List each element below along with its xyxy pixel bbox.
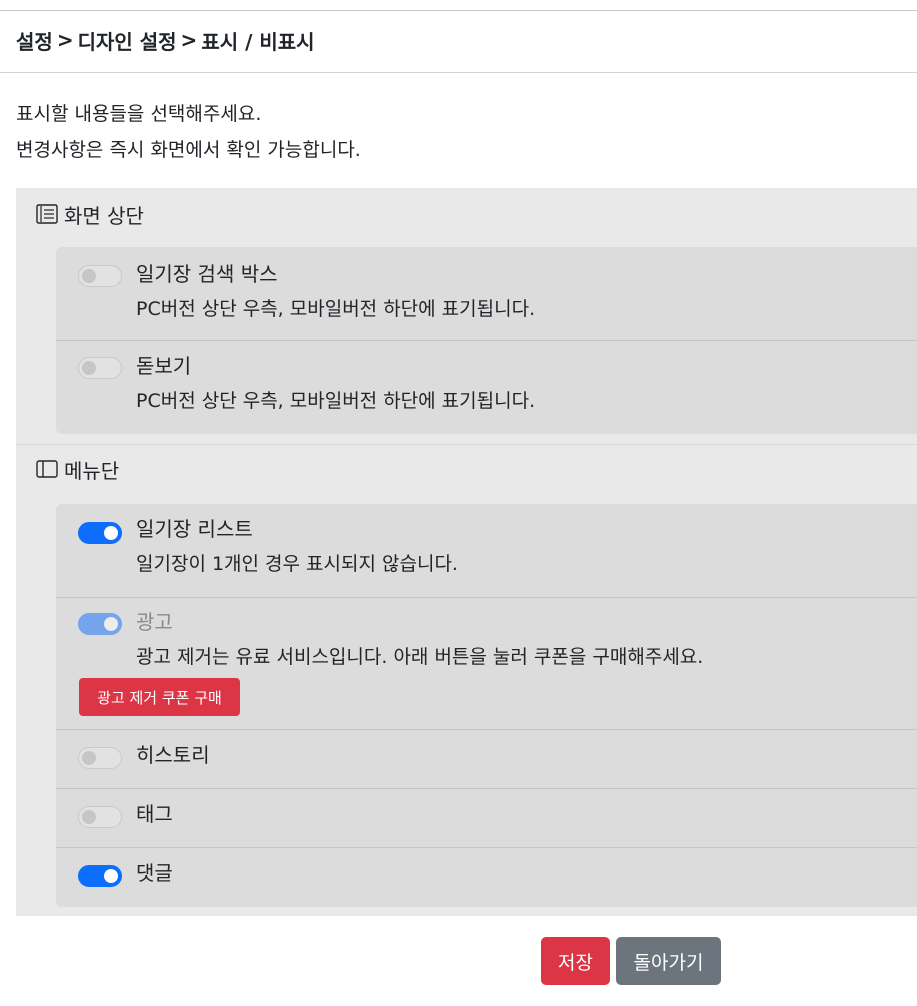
settings-panel: 화면 상단 일기장 검색 박스 PC버전 상단 우측, 모바일버전 하단에 표기… (16, 188, 917, 916)
section-title: 화면 상단 (36, 199, 144, 229)
list-item-comments: 댓글 (56, 848, 917, 907)
intro-line-1: 표시할 내용들을 선택해주세요. (16, 103, 262, 125)
back-button[interactable]: 돌아가기 (616, 937, 721, 985)
toggle-comments[interactable] (78, 865, 122, 887)
intro-text: 표시할 내용들을 선택해주세요. 변경사항은 즉시 화면에서 확인 가능합니다. (16, 96, 361, 168)
item-description: PC버전 상단 우측, 모바일버전 하단에 표기됩니다. (136, 298, 536, 320)
item-label: 히스토리 (136, 743, 210, 767)
toggle-diary-list[interactable] (78, 522, 122, 544)
breadcrumb-separator: > (56, 28, 74, 52)
section-card: 일기장 검색 박스 PC버전 상단 우측, 모바일버전 하단에 표기됩니다. 돋… (56, 247, 917, 434)
toggle-magnifier[interactable] (78, 357, 122, 379)
toggle-search-box[interactable] (78, 265, 122, 287)
item-label: 일기장 검색 박스 (136, 262, 278, 286)
item-description: PC버전 상단 우측, 모바일버전 하단에 표기됩니다. (136, 390, 536, 412)
item-label: 일기장 리스트 (136, 517, 253, 541)
breadcrumb-item-show-hide: 표시 / 비표시 (201, 29, 315, 54)
header-divider (0, 72, 917, 73)
item-label: 태그 (136, 802, 173, 826)
breadcrumb-separator: > (180, 28, 198, 52)
item-label: 돋보기 (136, 354, 192, 378)
section-screen-top: 화면 상단 일기장 검색 박스 PC버전 상단 우측, 모바일버전 하단에 표기… (16, 188, 917, 444)
section-title-label: 메뉴단 (64, 458, 120, 483)
section-title: 메뉴단 (36, 454, 119, 484)
toggle-ads (78, 613, 122, 635)
buy-ad-removal-coupon-button[interactable]: 광고 제거 쿠폰 구매 (79, 678, 240, 716)
list-item-search-box: 일기장 검색 박스 PC버전 상단 우측, 모바일버전 하단에 표기됩니다. (56, 247, 917, 340)
list-item-tag: 태그 (56, 789, 917, 847)
list-item-diary-list: 일기장 리스트 일기장이 1개인 경우 표시되지 않습니다. (56, 504, 917, 597)
item-description: 광고 제거는 유료 서비스입니다. 아래 버튼을 눌러 쿠폰을 구매해주세요. (136, 646, 704, 668)
list-item-magnifier: 돋보기 PC버전 상단 우측, 모바일버전 하단에 표기됩니다. (56, 341, 917, 434)
sidebar-icon (36, 459, 58, 479)
toggle-history[interactable] (78, 747, 122, 769)
item-label: 광고 (136, 610, 173, 634)
section-title-label: 화면 상단 (64, 203, 144, 228)
breadcrumb-item-settings[interactable]: 설정 (16, 26, 53, 55)
list-item-history: 히스토리 (56, 730, 917, 788)
toggle-tag[interactable] (78, 806, 122, 828)
item-label: 댓글 (136, 861, 173, 885)
breadcrumb: 설정 > 디자인 설정 > 표시 / 비표시 (16, 24, 315, 56)
save-button[interactable]: 저장 (541, 937, 610, 985)
top-border (0, 10, 917, 11)
intro-line-2: 변경사항은 즉시 화면에서 확인 가능합니다. (16, 139, 361, 161)
breadcrumb-item-design-settings[interactable]: 디자인 설정 (78, 26, 177, 55)
list-icon (36, 204, 58, 224)
item-description: 일기장이 1개인 경우 표시되지 않습니다. (136, 553, 458, 575)
